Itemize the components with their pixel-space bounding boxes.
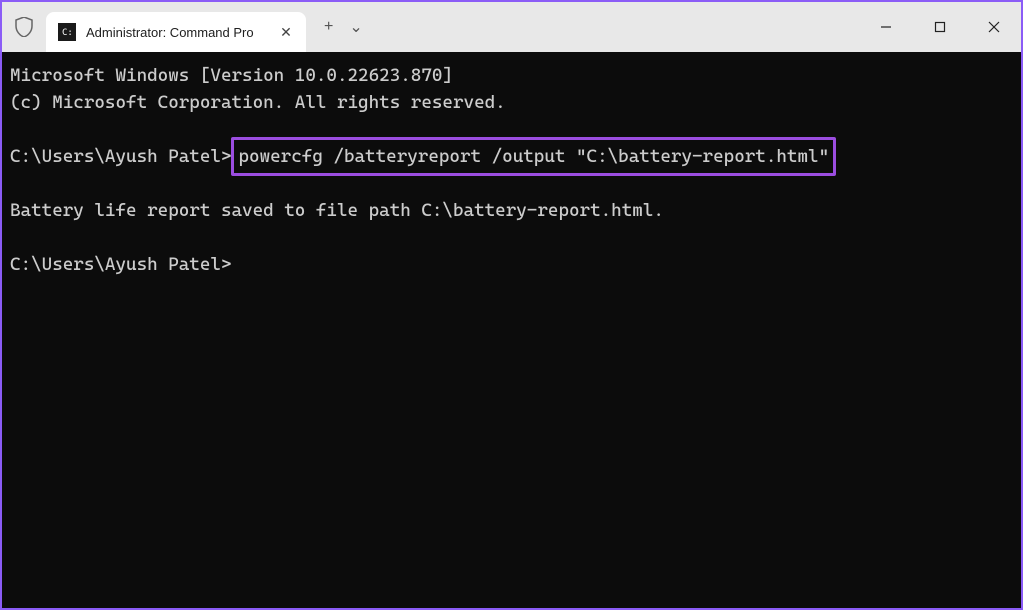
output-line: Battery life report saved to file path C… <box>10 197 1013 224</box>
tab-close-button[interactable]: ✕ <box>278 24 294 40</box>
tab-dropdown-button[interactable]: ⌄ <box>349 17 362 37</box>
prompt-text: C:\Users\Ayush Patel> <box>10 146 231 167</box>
window-controls <box>859 2 1021 52</box>
highlighted-command: powercfg /batteryreport /output "C:\batt… <box>231 137 836 176</box>
command-line-2: C:\Users\Ayush Patel> <box>10 251 1013 278</box>
terminal-output[interactable]: Microsoft Windows [Version 10.0.22623.87… <box>2 52 1021 608</box>
command-line-1: C:\Users\Ayush Patel>powercfg /batteryre… <box>10 143 1013 170</box>
tab-controls: + ⌄ <box>324 17 363 37</box>
new-tab-button[interactable]: + <box>324 18 333 36</box>
titlebar: C:\ Administrator: Command Pro ✕ + ⌄ <box>2 2 1021 52</box>
maximize-button[interactable] <box>913 2 967 52</box>
tab-title: Administrator: Command Pro <box>86 25 268 40</box>
os-version-line: Microsoft Windows [Version 10.0.22623.87… <box>10 62 1013 89</box>
copyright-line: (c) Microsoft Corporation. All rights re… <box>10 89 1013 116</box>
svg-text:C:\: C:\ <box>62 28 73 37</box>
active-tab[interactable]: C:\ Administrator: Command Pro ✕ <box>46 12 306 52</box>
terminal-icon: C:\ <box>58 23 76 41</box>
terminal-window: C:\ Administrator: Command Pro ✕ + ⌄ Mic… <box>0 0 1023 610</box>
minimize-button[interactable] <box>859 2 913 52</box>
close-button[interactable] <box>967 2 1021 52</box>
app-shield-icon <box>12 15 36 39</box>
